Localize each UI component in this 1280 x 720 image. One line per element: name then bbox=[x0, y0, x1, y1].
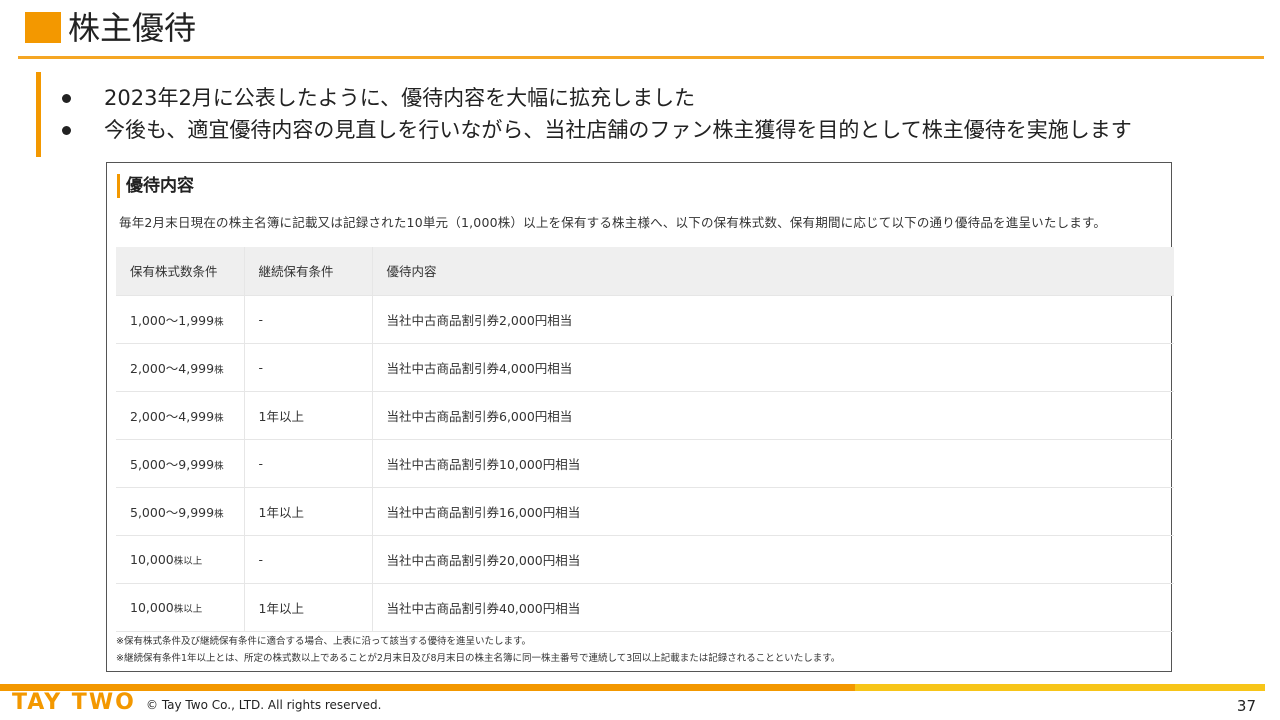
logo-text: TAY TWO bbox=[12, 690, 136, 715]
cell-holding: - bbox=[244, 535, 373, 584]
page-title: 株主優待 bbox=[68, 9, 197, 47]
column-header-benefit: 優待内容 bbox=[372, 247, 1174, 296]
cell-benefit: 当社中古商品割引券20,000円相当 bbox=[372, 535, 1174, 584]
table-notes: ※保有株式条件及び継続保有条件に適合する場合、上表に沿って該当する優待を進呈いた… bbox=[116, 633, 840, 667]
table-row: 10,000株以上 1年以上 当社中古商品割引券40,000円相当 bbox=[116, 583, 1174, 632]
cell-shares: 1,000〜1,999株 bbox=[116, 295, 245, 344]
page-number: 37 bbox=[1236, 697, 1256, 715]
bullet-list: 2023年2月に公表したように、優待内容を大幅に拡充しました 今後も、適宜優待内… bbox=[58, 82, 1132, 146]
cell-holding: - bbox=[244, 343, 373, 392]
cell-shares: 10,000株以上 bbox=[116, 535, 245, 584]
cell-shares: 5,000〜9,999株 bbox=[116, 487, 245, 536]
panel-heading: 優待内容 bbox=[117, 174, 194, 198]
bullet-accent-bar bbox=[36, 72, 41, 157]
cell-shares: 2,000〜4,999株 bbox=[116, 391, 245, 440]
note-line: ※保有株式条件及び継続保有条件に適合する場合、上表に沿って該当する優待を進呈いた… bbox=[116, 636, 532, 647]
table-row: 1,000〜1,999株 - 当社中古商品割引券2,000円相当 bbox=[116, 295, 1174, 344]
cell-shares: 2,000〜4,999株 bbox=[116, 343, 245, 392]
cell-benefit: 当社中古商品割引券16,000円相当 bbox=[372, 487, 1174, 536]
cell-holding: 1年以上 bbox=[244, 583, 373, 632]
note-line: ※継続保有条件1年以上とは、所定の株式数以上であることが2月末日及び8月末日の株… bbox=[116, 653, 841, 664]
bullet-item: 2023年2月に公表したように、優待内容を大幅に拡充しました bbox=[58, 82, 1132, 114]
title-accent-square bbox=[25, 12, 61, 43]
cell-holding: - bbox=[244, 439, 373, 488]
cell-benefit: 当社中古商品割引券6,000円相当 bbox=[372, 391, 1174, 440]
column-header-holding: 継続保有条件 bbox=[244, 247, 373, 296]
benefit-panel: 優待内容 毎年2月末日現在の株主名簿に記載又は記録された10単元（1,000株）… bbox=[106, 162, 1174, 672]
table-row: 2,000〜4,999株 - 当社中古商品割引券4,000円相当 bbox=[116, 343, 1174, 392]
cell-holding: 1年以上 bbox=[244, 391, 373, 440]
benefit-table: 保有株式数条件 継続保有条件 優待内容 1,000〜1,999株 - 当社中古商… bbox=[116, 247, 1174, 632]
cell-benefit: 当社中古商品割引券40,000円相当 bbox=[372, 583, 1174, 632]
cell-benefit: 当社中古商品割引券2,000円相当 bbox=[372, 295, 1174, 344]
bullet-item: 今後も、適宜優待内容の見直しを行いながら、当社店舗のファン株主獲得を目的として株… bbox=[58, 114, 1132, 146]
table-row: 2,000〜4,999株 1年以上 当社中古商品割引券6,000円相当 bbox=[116, 391, 1174, 440]
column-header-shares: 保有株式数条件 bbox=[116, 247, 245, 296]
cell-benefit: 当社中古商品割引券10,000円相当 bbox=[372, 439, 1174, 488]
footer-bar-yellow bbox=[855, 684, 1265, 691]
bullet-dot-icon bbox=[62, 94, 71, 103]
bullet-dot-icon bbox=[62, 126, 71, 135]
table-row: 10,000株以上 - 当社中古商品割引券20,000円相当 bbox=[116, 535, 1174, 584]
table-row: 5,000〜9,999株 1年以上 当社中古商品割引券16,000円相当 bbox=[116, 487, 1174, 536]
copyright-text: © Tay Two Co., LTD. All rights reserved. bbox=[146, 698, 382, 712]
panel-intro-text: 毎年2月末日現在の株主名簿に記載又は記録された10単元（1,000株）以上を保有… bbox=[119, 215, 1107, 230]
cell-shares: 5,000〜9,999株 bbox=[116, 439, 245, 488]
cell-holding: 1年以上 bbox=[244, 487, 373, 536]
table-header-row: 保有株式数条件 継続保有条件 優待内容 bbox=[116, 247, 1174, 296]
cell-holding: - bbox=[244, 295, 373, 344]
cell-benefit: 当社中古商品割引券4,000円相当 bbox=[372, 343, 1174, 392]
cell-shares: 10,000株以上 bbox=[116, 583, 245, 632]
title-underline bbox=[18, 56, 1264, 59]
company-logo: TAY TWO bbox=[12, 691, 136, 715]
table-row: 5,000〜9,999株 - 当社中古商品割引券10,000円相当 bbox=[116, 439, 1174, 488]
